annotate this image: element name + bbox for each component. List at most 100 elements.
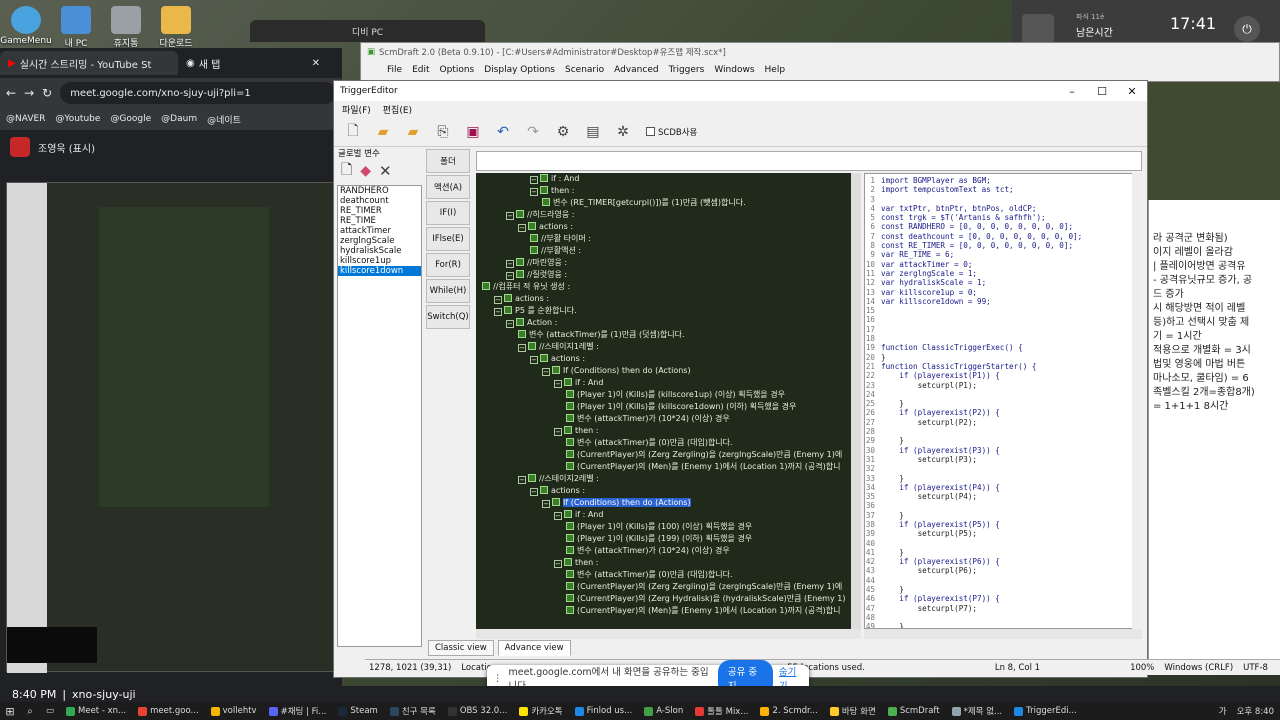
scm-menu-triggers[interactable]: Triggers [669, 65, 705, 75]
tree-node[interactable]: − If (Conditions) then do (Actions) [476, 497, 861, 509]
taskbar-item[interactable]: 카카오톡 [513, 702, 568, 720]
add-var-icon[interactable]: 🗋 [341, 159, 352, 183]
desktop-icon-downloads[interactable]: 다운로드 [150, 6, 202, 49]
tree-node[interactable]: 변수 (attackTimer)를 (0)만큼 (대입)합니다. [476, 569, 861, 581]
variable-item[interactable]: deathcount [338, 196, 421, 206]
taskbar-item[interactable]: Finlod us... [569, 702, 639, 720]
expand-icon[interactable]: − [506, 272, 514, 280]
tree-node[interactable]: (CurrentPlayer)의 (Men)를 (Enemy 1)에서 (Loc… [476, 461, 861, 473]
checkbox-icon[interactable] [504, 306, 512, 314]
tab-new[interactable]: ◉ 새 탭 ✕ [178, 51, 328, 75]
close-tab-icon[interactable]: ✕ [312, 58, 320, 69]
tree-node[interactable]: 변수 (attackTimer)가 (10*24) (이상) 경우 [476, 545, 861, 557]
expand-icon[interactable]: − [506, 320, 514, 328]
desktop-icon-gamemenu[interactable]: GameMenu [0, 6, 52, 46]
erase-var-icon[interactable]: ◆ [360, 163, 371, 179]
taskbar-clock[interactable]: 오후 8:40 [1231, 705, 1280, 717]
tree-node[interactable]: − actions : [476, 485, 861, 497]
checkbox-icon[interactable] [566, 402, 574, 410]
checkbox-icon[interactable] [530, 234, 538, 242]
expand-icon[interactable]: − [530, 176, 538, 184]
checkbox-icon[interactable] [566, 534, 574, 542]
checkbox-icon[interactable] [564, 378, 572, 386]
checkbox-icon[interactable] [552, 366, 560, 374]
bookmark-nate[interactable]: @네이트 [207, 113, 241, 126]
variable-item[interactable]: RANDHERO [338, 186, 421, 196]
taskbar-item[interactable]: Steam [332, 702, 383, 720]
bookmark-youtube[interactable]: @Youtube [55, 114, 100, 124]
variable-item[interactable]: attackTimer [338, 226, 421, 236]
notes-window[interactable]: 라 공격군 변화됨) 이지 레벨이 올라감 | 플레이어방면 공격유 - 공격유닛규모… [1148, 200, 1280, 660]
tree-node[interactable]: − if : And [476, 173, 861, 185]
if-button[interactable]: IF(I) [426, 201, 470, 225]
taskbar-item[interactable]: 친구 목록 [384, 702, 442, 720]
view-icon[interactable]: ▤ [580, 119, 606, 145]
checkbox-icon[interactable] [516, 270, 524, 278]
tab-advance-view[interactable]: Advance view [497, 640, 571, 656]
tree-node[interactable]: − If (Conditions) then do (Actions) [476, 365, 861, 377]
tree-node[interactable]: (CurrentPlayer)의 (Zerg Zergling)을 (zergl… [476, 581, 861, 593]
expand-icon[interactable]: − [554, 512, 562, 520]
task-view-icon[interactable]: ▭ [40, 706, 60, 716]
tree-node[interactable]: (Player 1)이 (Kills)를 (killscore1down) (이… [476, 401, 861, 413]
expand-icon[interactable]: − [542, 500, 550, 508]
checkbox-icon[interactable] [540, 486, 548, 494]
expand-icon[interactable]: − [518, 224, 526, 232]
tree-node[interactable]: − //스테이지1레벨 : [476, 341, 861, 353]
checkbox-icon[interactable] [566, 594, 574, 602]
action-button[interactable]: 액션(A) [426, 175, 470, 199]
tree-node[interactable]: (CurrentPlayer)의 (Men)를 (Enemy 1)에서 (Loc… [476, 605, 861, 617]
start-icon[interactable]: ⊞ [0, 705, 20, 718]
te-menu-file[interactable]: 파일(F) [342, 103, 371, 116]
open-recent-icon[interactable]: ▰ [400, 119, 426, 145]
variable-item[interactable]: zerglngScale [338, 236, 421, 246]
tree-node[interactable]: − actions : [476, 293, 861, 305]
desktop-icon-recycle-bin[interactable]: 휴지통 [100, 6, 152, 49]
save-icon[interactable]: ▣ [460, 119, 486, 145]
checkbox-icon[interactable] [552, 498, 560, 506]
taskbar-item[interactable]: A-Slon [638, 702, 689, 720]
expand-icon[interactable]: − [494, 296, 502, 304]
checkbox-icon[interactable] [566, 570, 574, 578]
close-icon[interactable]: ✕ [1117, 85, 1147, 98]
scm-menu-options[interactable]: Options [440, 65, 475, 75]
checkbox-icon[interactable] [566, 450, 574, 458]
expand-icon[interactable]: − [518, 344, 526, 352]
code-editor[interactable]: 1 import BGMPlayer as BGM; 2 import tempcus… [864, 173, 1142, 629]
checkbox-icon[interactable] [566, 462, 574, 470]
expand-icon[interactable]: − [530, 488, 538, 496]
scm-menu-scenario[interactable]: Scenario [565, 65, 604, 75]
checkbox-icon[interactable] [516, 318, 524, 326]
scm-menu-edit[interactable]: Edit [412, 65, 429, 75]
expand-icon[interactable]: − [554, 560, 562, 568]
checkbox-icon[interactable] [482, 282, 490, 290]
expand-icon[interactable]: − [554, 428, 562, 436]
tree-node[interactable]: − //스테이지2레벨 : [476, 473, 861, 485]
tree-node[interactable]: 변수 (attackTimer)를 (0)만큼 (대입)합니다. [476, 437, 861, 449]
tree-node[interactable]: − //히드라영웅 : [476, 209, 861, 221]
checkbox-icon[interactable] [516, 258, 524, 266]
checkbox-icon[interactable] [516, 210, 524, 218]
te-menu-edit[interactable]: 편집(E) [383, 103, 412, 116]
tree-node[interactable]: − if : And [476, 509, 861, 521]
desktop-icon-my-pc[interactable]: 내 PC [50, 6, 102, 49]
checkbox-icon[interactable] [540, 354, 548, 362]
variable-list[interactable]: RANDHERO deathcount RE_TIMER RE_TIME attackT… [337, 185, 422, 647]
power-icon[interactable]: ⏻ [1234, 16, 1260, 42]
taskbar-item[interactable]: Meet - xn... [60, 702, 132, 720]
checkbox-icon[interactable] [566, 438, 574, 446]
checkbox-icon[interactable] [566, 522, 574, 530]
taskbar-item[interactable]: ScmDraft [882, 702, 946, 720]
scm-menu-file[interactable]: File [387, 65, 402, 75]
checkbox-icon[interactable] [528, 474, 536, 482]
address-bar[interactable]: meet.google.com/xno-sjuy-uji?pli=1 [60, 82, 336, 104]
export-icon[interactable]: ⎘ [430, 119, 456, 145]
checkbox-icon[interactable] [566, 606, 574, 614]
tree-node[interactable]: //부활 타이머 : [476, 233, 861, 245]
tree-node[interactable]: − then : [476, 185, 861, 197]
back-icon[interactable]: ← [6, 86, 16, 100]
tree-node[interactable]: − actions : [476, 353, 861, 365]
map-view[interactable] [1148, 82, 1280, 202]
trigger-name-input[interactable] [476, 151, 1142, 171]
bookmark-naver[interactable]: @NAVER [6, 114, 45, 124]
